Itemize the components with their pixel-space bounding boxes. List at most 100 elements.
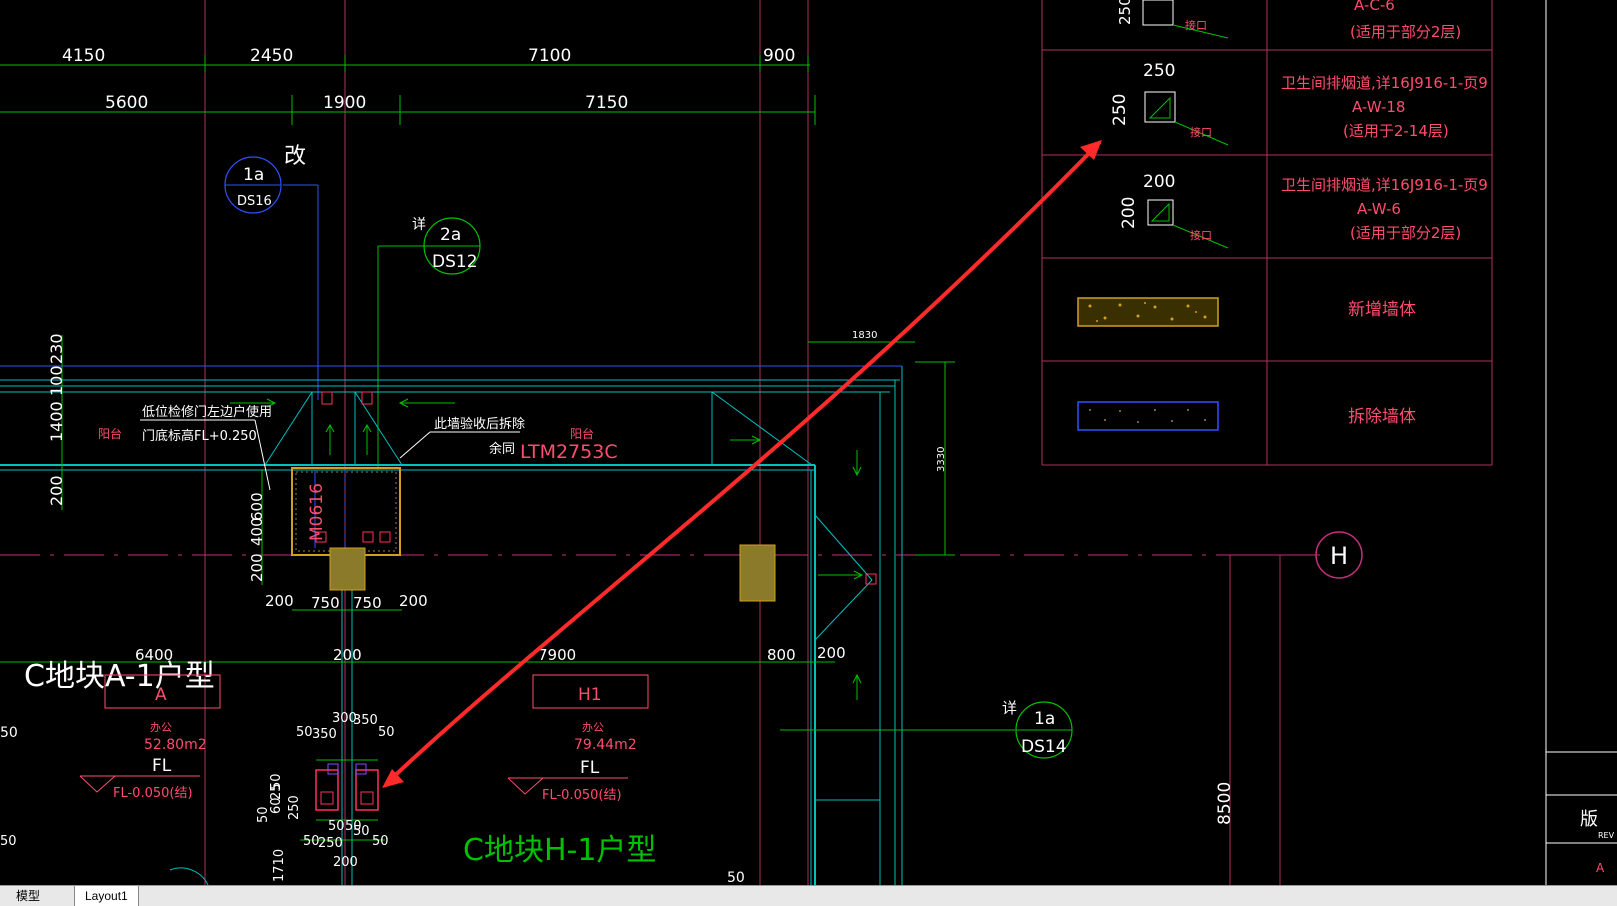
dim-label: 200: [248, 553, 266, 582]
legend-row-4: 拆除墙体: [1077, 401, 1416, 431]
legend-row-1: 250 250 接口 卫生间排烟道,详16J916-1-页9 A-W-18 (适…: [1110, 61, 1488, 146]
legend-text: (适用于2-14层): [1343, 122, 1449, 140]
dim-label: 50: [256, 806, 271, 823]
legend-port-label: 接口: [1190, 126, 1212, 139]
dim-label: 8500: [1215, 782, 1235, 825]
dim-label: 50: [0, 725, 18, 741]
callout-sheet: DS12: [432, 252, 478, 272]
dim-label: 7900: [538, 646, 576, 664]
callout-index: 1a: [243, 165, 264, 185]
door-dims: 200 750 750 200: [265, 592, 428, 612]
unit-fl: FL: [580, 758, 600, 778]
grid-bubble-h[interactable]: H: [1230, 531, 1363, 579]
callout-note: 详: [412, 217, 426, 233]
unit-name: C地块H-1户型: [463, 833, 656, 868]
unit-use: 办公: [582, 721, 604, 734]
callout-1a-ds14[interactable]: 1a DS14 详: [780, 699, 1073, 759]
legend-port-label: 接口: [1185, 19, 1207, 32]
dim-label: 250: [318, 836, 343, 851]
dim-label: 1400: [47, 401, 66, 442]
legend-dim: 250: [1110, 94, 1130, 126]
unit-tag: A: [155, 685, 167, 705]
unit-h: H1 办公 79.44m2 FL FL-0.050(结) C地块H-1户型 50: [463, 674, 745, 885]
dim-label: 1710: [272, 849, 287, 882]
legend-text: 卫生间排烟道,详16J916-1-页9: [1281, 74, 1488, 92]
note-wall-demolish: 此墙验收后拆除: [434, 416, 525, 432]
legend-dim: 200: [1119, 197, 1139, 229]
shaft-block-top: [291, 391, 877, 602]
legend-text: A-W-18: [1352, 98, 1405, 116]
dim-label: 200: [817, 644, 846, 662]
title-block: 版 REV A: [1545, 0, 1617, 885]
unit-name: C地块A-1户型: [24, 659, 215, 694]
legend-row-2: 200 200 接口 卫生间排烟道,详16J916-1-页9 A-W-6 (适用…: [1119, 172, 1488, 249]
dim-label: 7150: [585, 93, 628, 113]
legend-text: 新增墙体: [1348, 300, 1416, 320]
legend-note: (适用于部分2层): [1350, 23, 1461, 41]
legend-text: (适用于部分2层): [1350, 224, 1461, 242]
note-same: 余同: [489, 441, 515, 457]
balcony-label: 阳台: [570, 426, 594, 441]
title-rev: REV: [1598, 831, 1615, 840]
dim-label: 230: [47, 333, 66, 364]
dim-label: 200: [399, 592, 428, 610]
dim-label: 600: [248, 492, 266, 521]
unit-area: 52.80m2: [144, 737, 207, 753]
top-dim-labels: 4150 2450 7100 900 5600 1900 7150: [62, 46, 795, 113]
cad-drawing-canvas[interactable]: 4150 2450 7100 900 5600 1900 7150 1a DS1…: [0, 0, 1617, 885]
unit-use: 办公: [150, 721, 172, 734]
dim-label: 1830: [852, 330, 877, 341]
unit-level: FL-0.050(结): [542, 788, 622, 803]
note-low-door: 低位检修门左边户使用: [142, 404, 272, 420]
legend-text: 卫生间排烟道,详16J916-1-页9: [1281, 176, 1488, 194]
tab-model[interactable]: 模型: [6, 886, 50, 906]
dim-label: 400: [248, 517, 266, 546]
window-code: LTM2753C: [520, 441, 618, 463]
unit-a: C地块A-1户型 A 办公 52.80m2 FL FL-0.050(结) 50: [0, 659, 221, 801]
dim-label: 50: [353, 824, 370, 839]
dim-label: 7100: [528, 46, 571, 66]
door-code: M0616: [307, 483, 327, 541]
dim-label: 750: [353, 594, 382, 612]
dim-label: 50: [372, 834, 389, 849]
dim-label: 200: [333, 646, 362, 664]
dim-label: 250: [287, 795, 302, 820]
dim-label: 200: [47, 475, 66, 506]
legend-dim: 200: [1143, 172, 1175, 192]
title-a: A: [1596, 861, 1605, 875]
left-vertical-dims: 230 100 1400 200 600 400 200: [47, 333, 266, 585]
legend-text: 拆除墙体: [1348, 407, 1416, 427]
callout-index: 1a: [1034, 709, 1055, 729]
legend-port-label: 接口: [1190, 229, 1212, 242]
top-dimensions: [0, 55, 816, 125]
title-ban: 版: [1580, 809, 1598, 830]
unit-tag: H1: [578, 685, 602, 705]
unit-fl: FL: [152, 756, 172, 776]
dim-label: 1900: [323, 93, 366, 113]
legend-dim: 250: [1116, 0, 1134, 25]
unit-area: 79.44m2: [574, 737, 637, 753]
building-walls: [0, 365, 903, 885]
dim-label: 50: [727, 870, 745, 885]
grid-label: H: [1330, 542, 1348, 570]
callout-sheet: DS14: [1021, 737, 1067, 757]
callout-note: 改: [284, 144, 306, 169]
dim-label: 800: [767, 646, 796, 664]
callout-sheet: DS16: [237, 194, 272, 209]
layout-tab-bar: 模型 Layout1: [0, 885, 1617, 906]
legend-row-0: 250 接口 A-C-6 (适用于部分2层): [1116, 0, 1461, 41]
dim-label: 50: [328, 819, 345, 834]
dim-label: 50: [378, 725, 395, 740]
tab-layout1[interactable]: Layout1: [74, 886, 139, 906]
callout-1a-ds16[interactable]: 1a DS16 改: [224, 144, 319, 400]
dim-label: 5600: [105, 93, 148, 113]
dim-label: 100: [47, 365, 66, 396]
dim-label: 2450: [250, 46, 293, 66]
note-door-level: 门底标高FL+0.250: [142, 428, 257, 444]
callout-note: 详: [1002, 699, 1017, 717]
dim-label: 3330: [936, 447, 947, 472]
dim-label: 200: [265, 592, 294, 610]
legend-text: A-W-6: [1357, 200, 1401, 218]
dim-label: 60: [269, 797, 284, 814]
unit-level: FL-0.050(结): [113, 786, 193, 801]
